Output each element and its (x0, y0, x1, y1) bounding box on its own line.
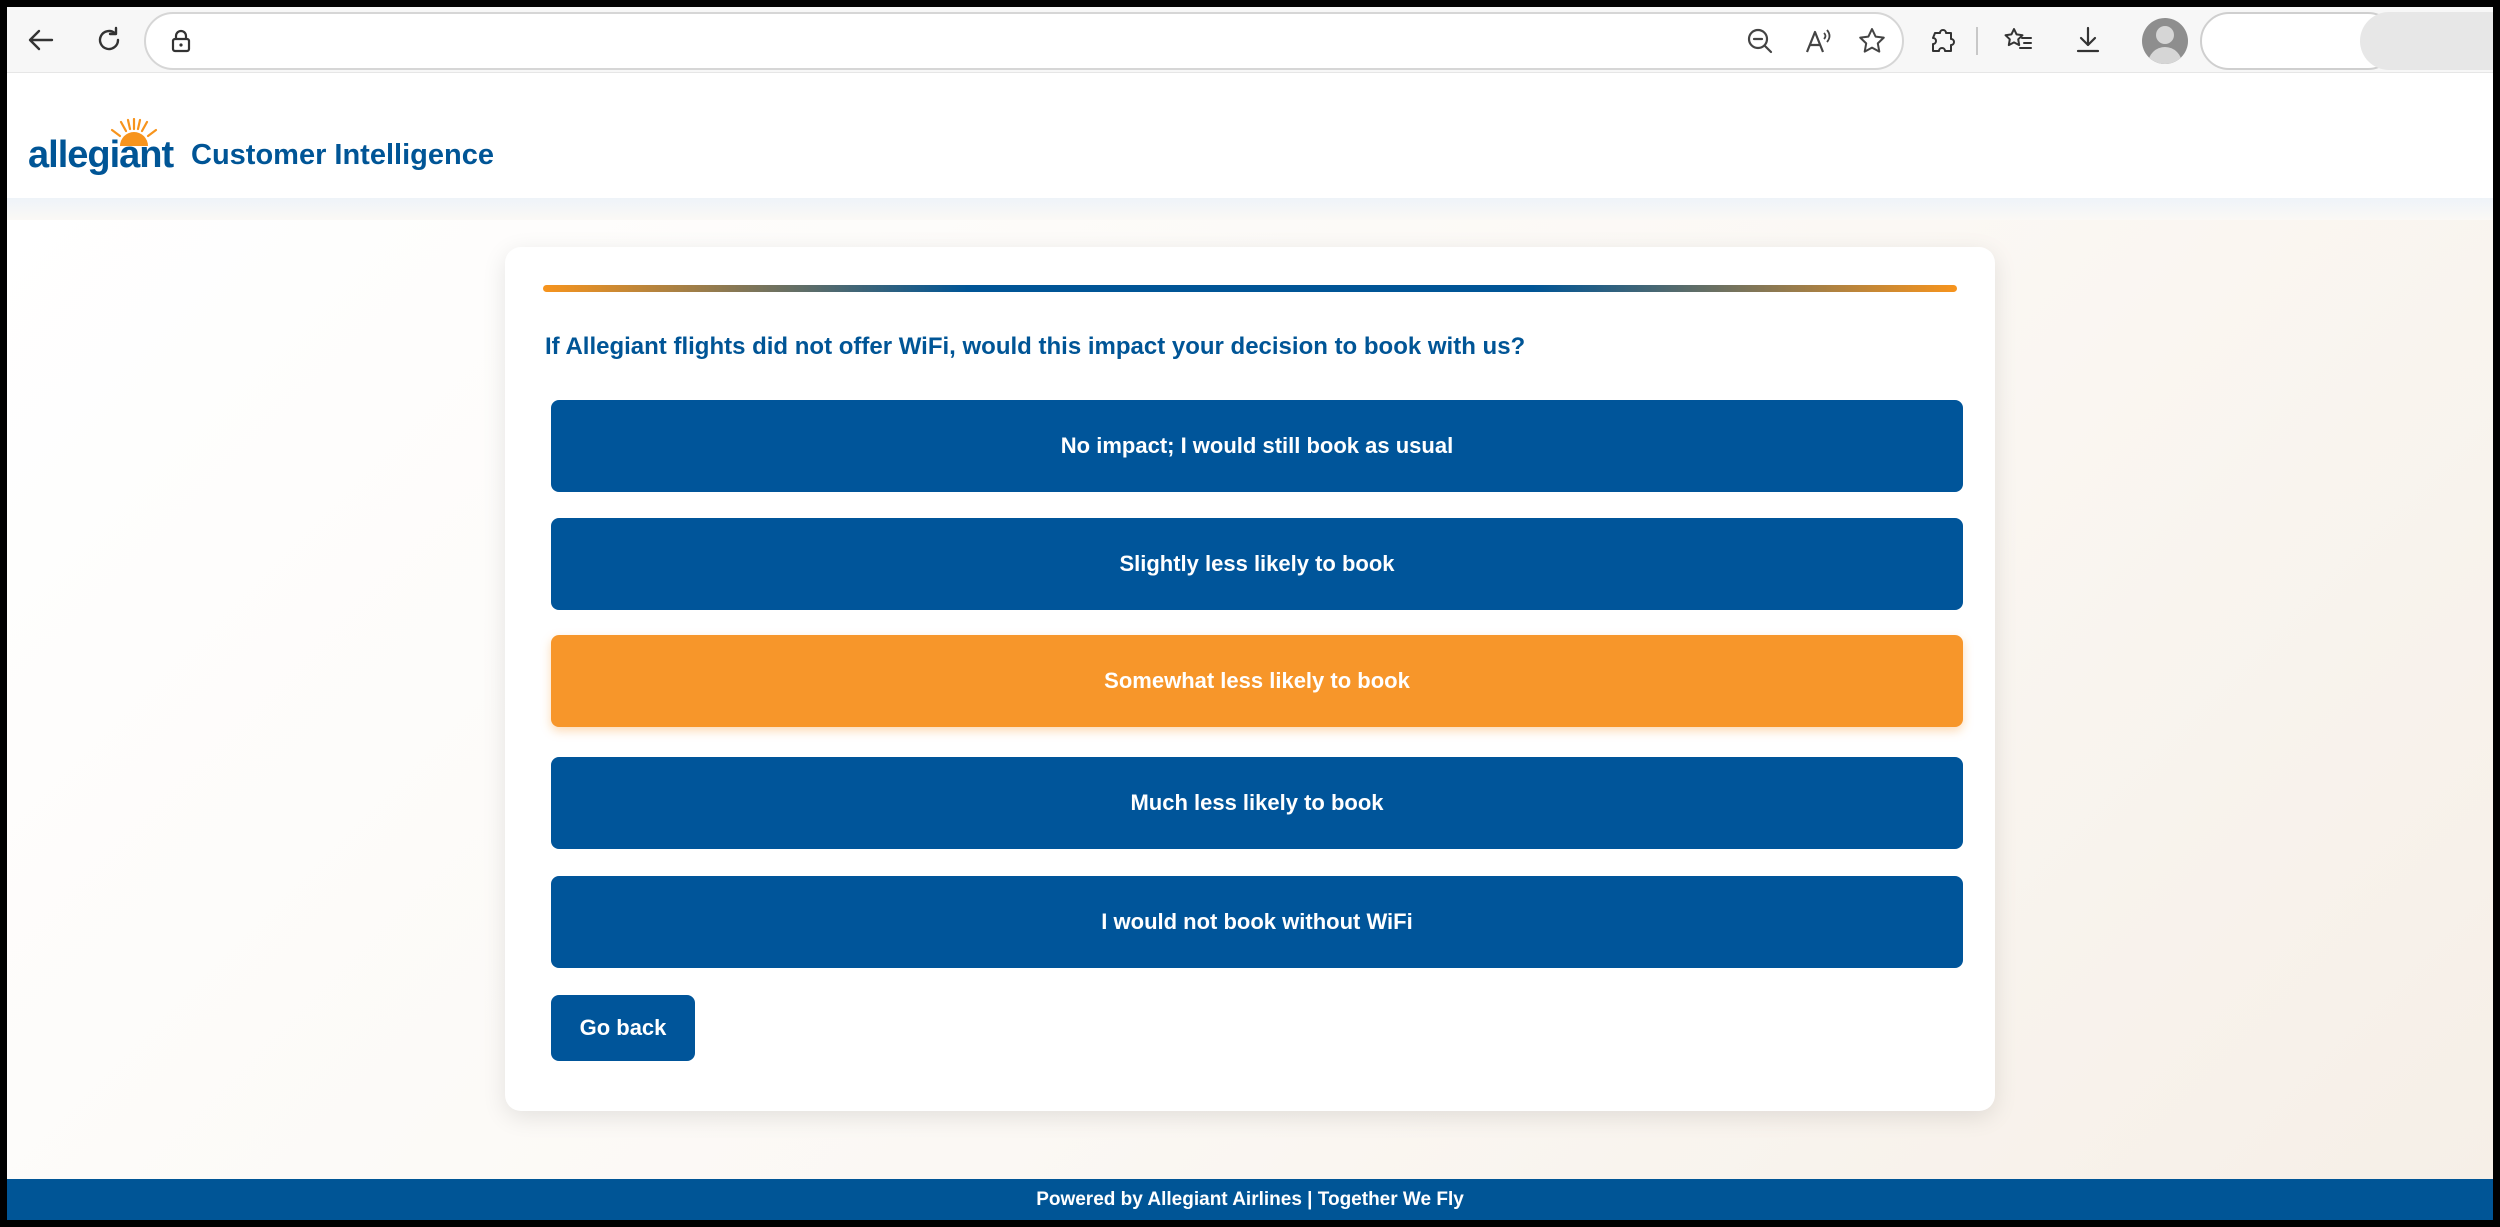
app-header: allegiant Customer Intelligence (7, 73, 2493, 264)
address-bar[interactable] (144, 12, 1904, 70)
toolbar-divider (1976, 27, 1978, 55)
toolbar-pill-button-secondary[interactable] (2360, 12, 2493, 70)
logo-wordmark: allegiant (28, 134, 174, 176)
card-accent-bar (543, 285, 1957, 292)
option-button[interactable]: Much less likely to book (551, 757, 1963, 849)
option-button[interactable]: No impact; I would still book as usual (551, 400, 1963, 492)
refresh-icon[interactable] (89, 20, 129, 60)
header-shadow (7, 198, 2493, 220)
favorite-star-icon[interactable] (1852, 21, 1892, 61)
browser-window: allegiant Customer Intelligence If Alleg… (7, 7, 2493, 1220)
zoom-out-icon[interactable] (1740, 21, 1780, 61)
profile-icon[interactable] (2142, 18, 2188, 64)
favorites-icon[interactable] (1998, 20, 2038, 60)
download-icon[interactable] (2068, 20, 2108, 60)
footer-text: Powered by Allegiant Airlines | Together… (1036, 1188, 1464, 1210)
back-icon[interactable] (21, 20, 61, 60)
go-back-button[interactable]: Go back (551, 995, 695, 1061)
allegiant-logo[interactable]: allegiant (28, 118, 178, 178)
extensions-icon[interactable] (1922, 20, 1962, 60)
url-input[interactable] (216, 26, 1716, 58)
survey-question: If Allegiant flights did not offer WiFi,… (545, 333, 1526, 360)
lock-icon[interactable] (161, 21, 201, 61)
app-title: Customer Intelligence (191, 139, 494, 171)
option-button-selected[interactable]: Somewhat less likely to book (551, 635, 1963, 727)
option-button[interactable]: Slightly less likely to book (551, 518, 1963, 610)
survey-card: If Allegiant flights did not offer WiFi,… (505, 247, 1995, 1111)
read-aloud-icon[interactable] (1798, 21, 1838, 61)
browser-toolbar (7, 7, 2493, 73)
option-button[interactable]: I would not book without WiFi (551, 876, 1963, 968)
footer: Powered by Allegiant Airlines | Together… (7, 1179, 2493, 1220)
